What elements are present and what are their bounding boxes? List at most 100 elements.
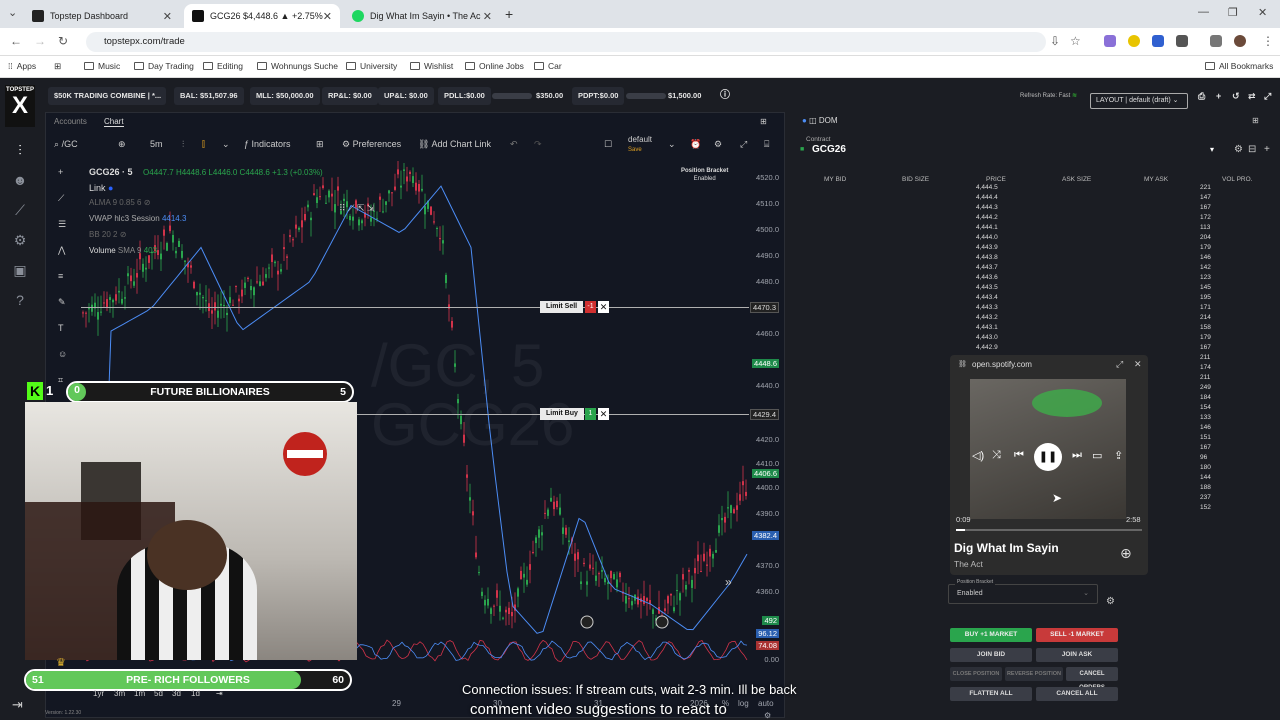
extension-icon[interactable]	[1128, 35, 1140, 47]
dom-price[interactable]: 4,444.4	[976, 194, 998, 201]
help-nav-icon[interactable]: ?	[11, 292, 29, 310]
dom-price[interactable]: 4,444.3	[976, 204, 998, 211]
new-tab-button[interactable]: +	[505, 6, 513, 22]
ruler-icon[interactable]: ⌗	[58, 375, 63, 386]
bookmark-folder[interactable]: Wohnungs Suche	[257, 61, 338, 71]
analytics-nav-icon[interactable]: ⟋	[11, 202, 29, 220]
extension-icon[interactable]	[1152, 35, 1164, 47]
dom-price[interactable]: 4,443.4	[976, 294, 998, 301]
range-1m[interactable]: 1m	[134, 689, 145, 698]
dom-price[interactable]: 4,444.0	[976, 234, 998, 241]
contract-select[interactable]: ■ GCG26 ▾	[798, 140, 1218, 160]
dom-price[interactable]: 4,443.2	[976, 314, 998, 321]
tab-dom[interactable]: ● ◫ DOM	[802, 116, 838, 125]
goto-date-icon[interactable]: ⇥	[216, 689, 223, 698]
auto-toggle[interactable]: auto	[758, 699, 774, 708]
cancel-order-icon[interactable]: ✕	[598, 301, 609, 313]
close-window-button[interactable]: ✕	[1258, 6, 1267, 19]
dom-price[interactable]: 4,444.2	[976, 214, 998, 221]
layout-square-icon[interactable]: ☐	[604, 139, 612, 150]
shuffle-icon[interactable]: ⤨	[992, 449, 1001, 462]
position-bracket-select[interactable]: Position Bracket Enabled ⌄	[948, 579, 1098, 604]
scroll-right-icon[interactable]: »	[725, 575, 732, 589]
template-select[interactable]: default Save	[628, 135, 652, 155]
dom-price[interactable]: 4,443.8	[976, 254, 998, 261]
flatten-all-button[interactable]: FLATTEN ALL	[950, 687, 1032, 701]
dom-price[interactable]: 4,444.1	[976, 224, 998, 231]
extensions-puzzle-icon[interactable]	[1176, 35, 1188, 47]
bookmark-folder[interactable]: University	[346, 61, 397, 71]
cancel-orders-button[interactable]: CANCEL ORDERS	[1066, 667, 1118, 691]
logout-icon[interactable]: ⇥	[12, 697, 23, 713]
close-position-button[interactable]: CLOSE POSITION	[950, 667, 1002, 681]
settings-icon[interactable]: ⚙	[764, 711, 771, 720]
dom-price[interactable]: 4,442.9	[976, 344, 998, 351]
info-icon[interactable]: ⓘ	[714, 87, 736, 105]
dom-price[interactable]: 4,443.5	[976, 284, 998, 291]
forward-icon[interactable]: →	[34, 34, 46, 48]
apps-launcher-icon[interactable]: ⊞	[54, 61, 61, 72]
install-app-icon[interactable]: ⇩	[1050, 34, 1060, 48]
event-marker-icon[interactable]	[580, 615, 594, 629]
indicators-button[interactable]: ƒ Indicators	[244, 139, 291, 149]
bookmark-folder[interactable]: Wishlist	[410, 61, 453, 71]
event-marker-icon[interactable]	[655, 615, 669, 629]
profile-avatar[interactable]	[1234, 35, 1246, 47]
fullscreen-icon[interactable]: ⤢	[740, 139, 747, 150]
previous-icon[interactable]: ⏮	[1014, 449, 1024, 462]
pause-button[interactable]: ❚❚	[1034, 443, 1062, 471]
progress-bar[interactable]	[956, 529, 1142, 531]
emoji-icon[interactable]: ☺	[58, 349, 67, 359]
community-nav-icon[interactable]: ☻	[11, 172, 29, 190]
tab-accounts[interactable]: Accounts	[54, 117, 87, 126]
bookmark-folder[interactable]: Online Jobs	[465, 61, 524, 71]
fib-icon[interactable]: ≡	[58, 271, 63, 281]
bookmark-folder[interactable]: Music	[84, 61, 120, 71]
dom-price[interactable]: 4,443.6	[976, 274, 998, 281]
expand-icon[interactable]: ⤢	[1116, 359, 1123, 370]
add-to-library-icon[interactable]: ⊕	[1120, 545, 1132, 562]
tab-chart[interactable]: GCG26 $4,448.6 ▲ +2.75% ✕	[184, 4, 340, 28]
pattern-icon[interactable]: ⋀	[58, 245, 65, 256]
close-tab-icon[interactable]: ✕	[163, 10, 172, 23]
range-1d[interactable]: 1d	[191, 689, 200, 698]
text-icon[interactable]: T	[58, 323, 64, 333]
bookmark-apps[interactable]: ⁞⁞ Apps	[8, 61, 36, 71]
log-toggle[interactable]: log	[738, 699, 749, 708]
templates-icon[interactable]: ⊞	[316, 139, 324, 150]
tv-nav-icon[interactable]: ▣	[11, 262, 29, 280]
join-bid-button[interactable]: JOIN BID	[950, 648, 1032, 662]
hidden-eye-icon[interactable]: ⊘	[120, 230, 127, 239]
horizontal-lines-icon[interactable]: ☰	[58, 219, 66, 230]
bookmark-star-icon[interactable]: ☆	[1070, 34, 1081, 48]
restore-button[interactable]: ❐	[1228, 6, 1238, 19]
limit-sell-line[interactable]	[81, 307, 749, 308]
topstep-logo[interactable]: TOPSTEP X	[5, 85, 35, 127]
alert-icon[interactable]: ⏰	[690, 139, 701, 150]
volume-icon[interactable]: ◁)	[972, 449, 984, 462]
back-icon[interactable]: ←	[10, 34, 22, 48]
symbol-search[interactable]: ⌕ /GC	[54, 139, 78, 150]
settings-icon[interactable]: ⚙	[714, 139, 722, 150]
hidden-eye-icon[interactable]: ⊘	[144, 198, 151, 207]
dom-price[interactable]: 4,443.1	[976, 324, 998, 331]
position-bracket-indicator[interactable]: Position Bracket Enabled	[681, 167, 728, 183]
crosshair-icon[interactable]: +	[58, 167, 63, 177]
close-icon[interactable]: ✕	[1134, 359, 1142, 370]
add-widget-icon[interactable]: +	[1210, 87, 1227, 105]
chevron-down-icon[interactable]: ⌄	[668, 139, 676, 150]
dom-price[interactable]: 4,444.5	[976, 184, 998, 191]
bar-type-icon[interactable]: ⫶	[182, 139, 184, 150]
bookmark-folder[interactable]: Editing	[203, 61, 243, 71]
cancel-all-button[interactable]: CANCEL ALL	[1036, 687, 1118, 701]
bookmark-folder[interactable]: Car	[534, 61, 562, 71]
panel-add-icon[interactable]: ⊞	[1252, 116, 1259, 125]
candles-icon[interactable]: ⫿	[202, 139, 205, 150]
sell-market-button[interactable]: SELL -1 MARKET	[1036, 628, 1118, 642]
add-chart-link-button[interactable]: ⛓ Add Chart Link	[418, 139, 491, 150]
account-selector[interactable]: $50K TRADING COMBINE | *...	[48, 87, 166, 105]
add-symbol-icon[interactable]: ⊕	[118, 139, 126, 150]
dom-price[interactable]: 4,443.3	[976, 304, 998, 311]
floating-draw-toolbar[interactable]: ⠿ ⟋ ⇱ ⇲	[339, 203, 374, 214]
all-bookmarks[interactable]: All Bookmarks	[1205, 61, 1273, 71]
